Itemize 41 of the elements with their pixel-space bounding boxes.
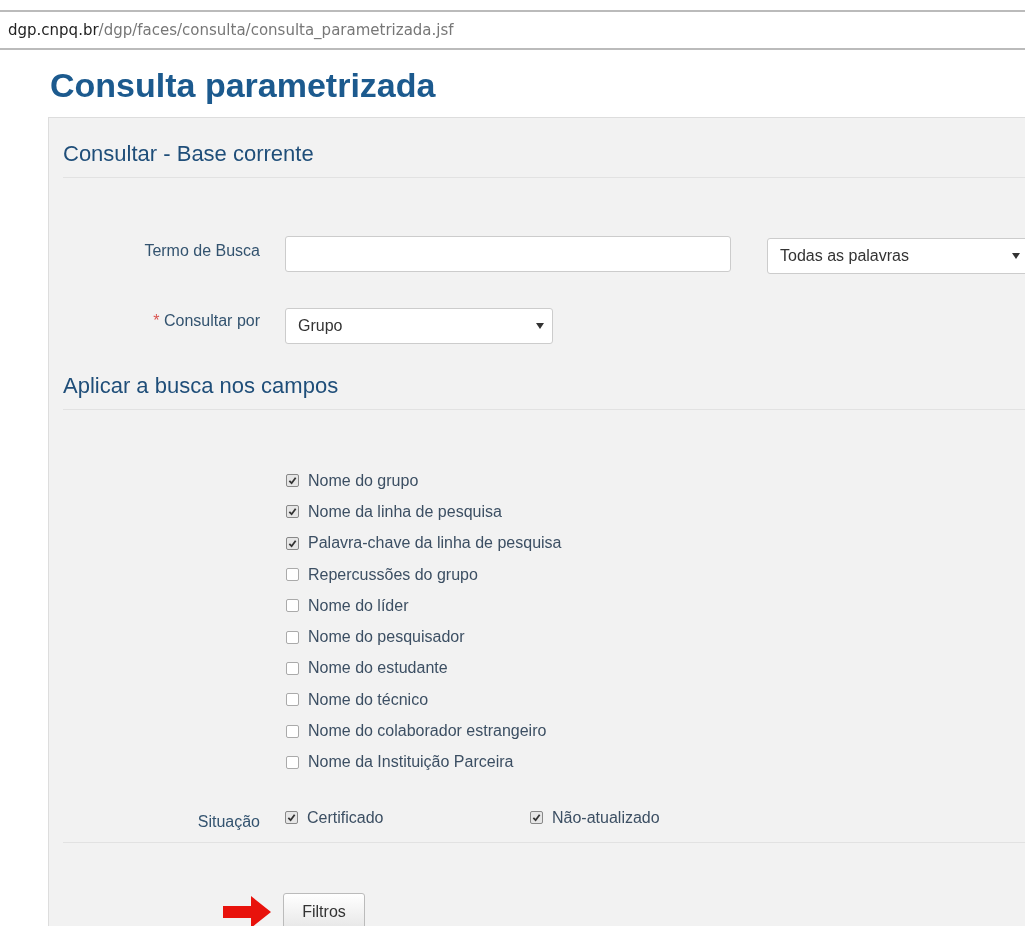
checkbox[interactable] [286, 568, 299, 582]
filters-button[interactable]: Filtros [283, 892, 365, 926]
checkbox[interactable] [286, 630, 299, 644]
checkbox-label: Nome da Instituição Parceira [308, 753, 514, 772]
checkbox[interactable] [286, 599, 299, 613]
caret-icon [536, 323, 544, 329]
checkbox[interactable] [286, 661, 299, 675]
checkbox-label: Nome do colaborador estrangeiro [308, 722, 547, 740]
checkbox-label: Nome do grupo [308, 471, 419, 490]
section-heading: Aplicar a busca nos campos [62, 372, 340, 400]
caret-icon [1012, 253, 1020, 259]
search-by-select[interactable]: Grupo [285, 308, 553, 344]
checkbox[interactable] [286, 505, 299, 519]
checkbox-label: Nome do estudante [308, 659, 448, 678]
search-term-field[interactable] [285, 236, 731, 272]
checkbox-label: Nome do pesquisador [308, 628, 465, 647]
field-label: Consultar por [163, 312, 260, 329]
checkbox[interactable] [285, 811, 298, 825]
page-title: Consulta parametrizada [50, 65, 437, 105]
address-bar[interactable]: dgp.cnpq.br/dgp/faces/consulta/consulta_parametrizada.jsf [0, 10, 1025, 50]
checkbox[interactable] [286, 536, 299, 550]
field-label: Situação [196, 812, 260, 831]
checkbox[interactable] [286, 474, 299, 488]
match-mode-select[interactable]: Todas as palavras [767, 238, 1025, 274]
checkbox-label: Não-atualizado [552, 808, 660, 827]
checkbox-label: Nome do técnico [308, 690, 429, 709]
checkbox-label: Nome da linha de pesquisa [308, 502, 502, 521]
checkbox[interactable] [286, 693, 299, 707]
url-host: dgp.cnpq.br [8, 21, 99, 39]
checkbox[interactable] [286, 724, 299, 738]
checkbox-label: Nome do líder [308, 596, 409, 615]
required-mark: * [153, 312, 160, 329]
field-label: Termo de Busca [143, 242, 260, 260]
checkbox-label: Palavra-chave da linha de pesquisa [308, 534, 562, 553]
checkbox[interactable] [530, 811, 543, 825]
section-heading: Consultar - Base corrente [62, 140, 315, 168]
arrow-icon [223, 895, 271, 926]
checkbox-label: Repercussões do grupo [308, 565, 478, 584]
checkbox[interactable] [286, 755, 299, 769]
checkbox-label: Certificado [307, 808, 384, 827]
url-path: /dgp/faces/consulta/consulta_parametrizada.jsf [98, 21, 454, 39]
